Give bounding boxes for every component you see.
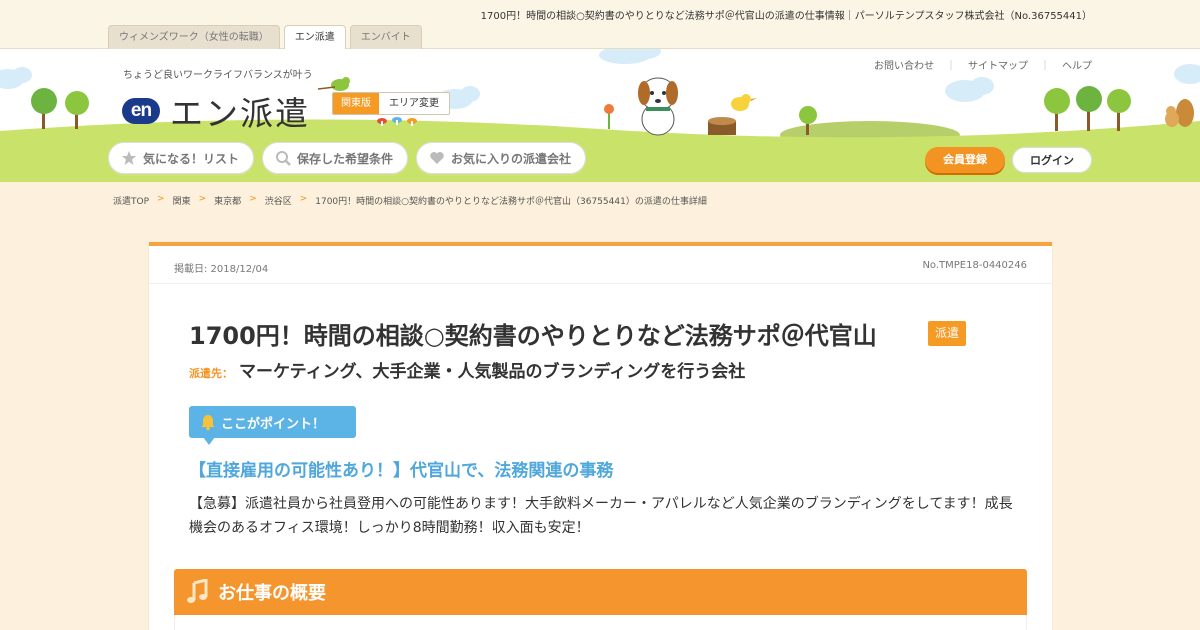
page-description: 1700円！時間の相談○契約書のやりとりなど法務サポ＠代官山の派遣の仕事情報｜パ… bbox=[480, 11, 1092, 22]
site-logo[interactable]: en エン派遣 bbox=[122, 87, 310, 135]
breadcrumb-separator: > bbox=[157, 194, 165, 204]
help-link[interactable]: ヘルプ bbox=[1062, 57, 1092, 72]
job-number: No.TMPE18-0440246 bbox=[922, 260, 1027, 271]
star-icon bbox=[122, 151, 136, 165]
employment-type-badge: 派遣 bbox=[928, 321, 967, 346]
saved-conditions-button[interactable]: 保存した希望条件 bbox=[262, 142, 409, 174]
register-button[interactable]: 会員登録 bbox=[925, 147, 1005, 173]
header-nav: 気になる！リスト 保存した希望条件 お気に入りの派遣会社 bbox=[108, 142, 587, 174]
breadcrumb-separator: > bbox=[299, 194, 308, 204]
area-change-button[interactable]: エリア変更 bbox=[379, 93, 449, 114]
login-button[interactable]: ログイン bbox=[1012, 147, 1092, 173]
area-label: 関東版 bbox=[333, 93, 379, 114]
heart-icon bbox=[430, 152, 444, 164]
mushroom-icon bbox=[377, 117, 417, 126]
job-description: 【急募】派遣社員から社員登用への可能性あります！大手飲料メーカー・アパレルなど人… bbox=[189, 496, 1013, 536]
site-header: ちょうど良いワークライフバランスが叶う en エン派遣 関東版 エリア変更 お問… bbox=[0, 49, 1200, 182]
dog-icon bbox=[638, 77, 678, 136]
site-tab-en-baito[interactable]: エンバイト bbox=[349, 25, 422, 49]
util-separator: ｜ bbox=[1040, 61, 1050, 72]
bird-icon bbox=[731, 94, 757, 111]
point-label-text: ここがポイント！ bbox=[221, 416, 326, 432]
job-overview-header: お仕事の概要 bbox=[174, 569, 1027, 615]
squirrel-icon bbox=[1165, 99, 1194, 127]
site-tab-en-haken[interactable]: エン派遣 bbox=[283, 25, 346, 50]
favorite-agencies-label: お気に入りの派遣会社 bbox=[451, 151, 572, 166]
music-note-icon bbox=[187, 579, 208, 603]
flower-icon bbox=[604, 104, 614, 129]
util-separator: ｜ bbox=[946, 61, 956, 72]
sitemap-link[interactable]: サイトマップ bbox=[968, 57, 1028, 72]
bell-icon bbox=[201, 415, 215, 431]
utility-links: お問い合わせ ｜ サイトマップ ｜ ヘルプ bbox=[874, 57, 1092, 72]
tagline: ちょうど良いワークライフバランスが叶う bbox=[123, 70, 313, 81]
breadcrumb-item[interactable]: 渋谷区 bbox=[265, 194, 292, 207]
breadcrumb-separator: > bbox=[249, 194, 257, 204]
job-meta: 掲載日: 2018/12/04 No.TMPE18-0440246 bbox=[149, 246, 1052, 284]
bird-icon bbox=[317, 77, 350, 91]
breadcrumb-item[interactable]: 関東 bbox=[173, 194, 191, 207]
top-strip: 1700円！時間の相談○契約書のやりとりなど法務サポ＠代官山の派遣の仕事情報｜パ… bbox=[0, 0, 1200, 50]
breadcrumb: 派遣TOP > 関東 > 東京都 > 渋谷区 > 1700円！時間の相談○契約書… bbox=[113, 194, 707, 207]
search-icon bbox=[276, 151, 291, 166]
logo-text: エン派遣 bbox=[170, 94, 310, 133]
destination-label: 派遣先： bbox=[189, 367, 233, 380]
breadcrumb-separator: > bbox=[198, 194, 207, 204]
job-catchphrase: 【直接雇用の可能性あり！】代官山で、法務関連の事務 bbox=[189, 461, 614, 481]
job-title: 1700円！時間の相談○契約書のやりとりなど法務サポ＠代官山 bbox=[189, 322, 877, 350]
job-overview-title: お仕事の概要 bbox=[218, 583, 326, 604]
breadcrumb-current: 1700円！時間の相談○契約書のやりとりなど法務サポ＠代官山（36755441）… bbox=[315, 197, 707, 207]
job-overview-body bbox=[174, 615, 1027, 630]
logo-mark: en bbox=[122, 98, 160, 124]
destination-value: マーケティング、大手企業・人気製品のブランディングを行う会社 bbox=[239, 362, 746, 382]
job-detail-card: 掲載日: 2018/12/04 No.TMPE18-0440246 1700円！… bbox=[149, 242, 1052, 630]
watchlist-label: 気になる！リスト bbox=[143, 151, 240, 166]
point-label: ここがポイント！ bbox=[189, 406, 356, 445]
area-selector: 関東版 エリア変更 bbox=[332, 92, 450, 115]
favorite-agencies-button[interactable]: お気に入りの派遣会社 bbox=[416, 142, 587, 174]
saved-conditions-label: 保存した希望条件 bbox=[297, 151, 394, 166]
watchlist-button[interactable]: 気になる！リスト bbox=[108, 142, 255, 174]
posted-date: 掲載日: 2018/12/04 bbox=[174, 264, 269, 275]
site-tab-womens-work[interactable]: ウィメンズワーク（女性の転職） bbox=[108, 25, 280, 49]
contact-link[interactable]: お問い合わせ bbox=[874, 57, 934, 72]
site-tabs: ウィメンズワーク（女性の転職） エン派遣 エンバイト bbox=[108, 25, 422, 50]
dispatch-destination: 派遣先： マーケティング、大手企業・人気製品のブランディングを行う会社 bbox=[189, 357, 745, 382]
tree-icon bbox=[31, 88, 89, 129]
tree-stump-icon bbox=[708, 117, 736, 135]
breadcrumb-item[interactable]: 東京都 bbox=[214, 194, 241, 207]
breadcrumb-item[interactable]: 派遣TOP bbox=[113, 194, 149, 207]
